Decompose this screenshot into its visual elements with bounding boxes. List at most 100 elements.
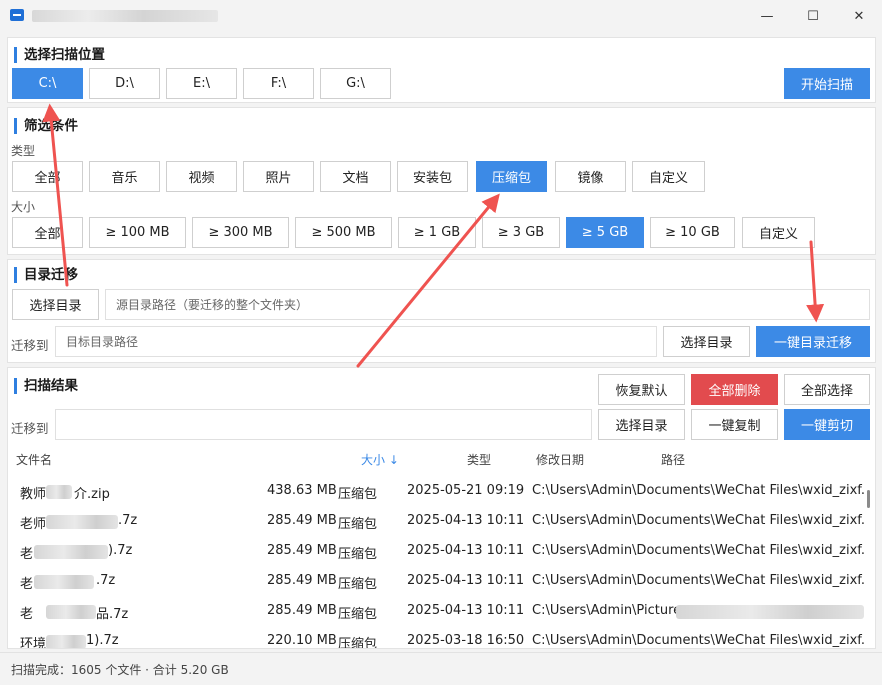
- results-scrollbar[interactable]: [867, 490, 870, 508]
- scan-location-title: 选择扫描位置: [14, 47, 105, 63]
- type-archive-button[interactable]: 压缩包: [476, 161, 547, 192]
- drive-g-button[interactable]: G:\: [320, 68, 391, 99]
- file-date: 2025-04-13 10:11: [407, 543, 525, 558]
- minimize-button[interactable]: —: [744, 0, 790, 32]
- scan-location-panel: 选择扫描位置 C:\ D:\ E:\ F:\ G:\ 开始扫描: [7, 37, 876, 103]
- file-type: 压缩包: [338, 577, 378, 592]
- type-label: 类型: [11, 144, 36, 158]
- file-type: 压缩包: [338, 547, 378, 562]
- source-path-input[interactable]: 源目录路径（要迁移的整个文件夹）: [105, 289, 870, 320]
- restore-default-button[interactable]: 恢复默认: [598, 374, 685, 405]
- file-name-end: 介.zip: [74, 487, 110, 502]
- type-video-button[interactable]: 视频: [166, 161, 237, 192]
- file-name-start: 老: [20, 607, 34, 622]
- table-row[interactable]: 环境 1).7z 220.10 MB 压缩包 2025-03-18 16:50 …: [12, 626, 864, 648]
- size-5gb-button[interactable]: ≥ 5 GB: [566, 217, 644, 248]
- choose-source-dir-button[interactable]: 选择目录: [12, 289, 99, 320]
- size-500mb-button[interactable]: ≥ 500 MB: [295, 217, 392, 248]
- table-row[interactable]: 老 ).7z 285.49 MB 压缩包 2025-04-13 10:11 C:…: [12, 536, 864, 566]
- table-row[interactable]: 教师 介.zip 438.63 MB 压缩包 2025-05-21 09:19 …: [12, 476, 864, 506]
- file-type: 压缩包: [338, 487, 378, 502]
- file-name-end: 1).7z: [86, 633, 119, 648]
- file-date: 2025-04-13 10:11: [407, 603, 525, 618]
- file-date: 2025-04-13 10:11: [407, 573, 525, 588]
- redacted-text: [34, 545, 108, 559]
- file-name-start: 老: [20, 577, 34, 592]
- file-path: C:\Users\Admin\Documents\WeChat Files\wx…: [532, 543, 864, 558]
- type-custom-button[interactable]: 自定义: [632, 161, 705, 192]
- type-all-button[interactable]: 全部: [12, 161, 83, 192]
- migration-title: 目录迁移: [14, 267, 78, 283]
- column-header-name[interactable]: 文件名: [16, 451, 52, 468]
- window-title-redacted: [32, 10, 218, 22]
- select-all-button[interactable]: 全部选择: [784, 374, 870, 405]
- choose-target-dir-button[interactable]: 选择目录: [663, 326, 750, 357]
- drive-d-button[interactable]: D:\: [89, 68, 160, 99]
- file-size: 438.63 MB: [267, 483, 337, 498]
- size-1gb-button[interactable]: ≥ 1 GB: [398, 217, 476, 248]
- results-migrate-to-label: 迁移到: [11, 421, 49, 436]
- redacted-path: [676, 605, 864, 619]
- one-click-migrate-button[interactable]: 一键目录迁移: [756, 326, 870, 357]
- size-10gb-button[interactable]: ≥ 10 GB: [650, 217, 735, 248]
- file-type: 压缩包: [338, 637, 378, 648]
- table-row[interactable]: 老 .7z 285.49 MB 压缩包 2025-04-13 10:11 C:\…: [12, 566, 864, 596]
- file-size: 285.49 MB: [267, 573, 337, 588]
- start-scan-button[interactable]: 开始扫描: [784, 68, 870, 99]
- cut-button[interactable]: 一键剪切: [784, 409, 870, 440]
- status-bar: 扫描完成：1605 个文件 · 合计 5.20 GB: [0, 652, 882, 685]
- redacted-text: [46, 515, 118, 529]
- size-label: 大小: [11, 200, 36, 214]
- file-type: 压缩包: [338, 517, 378, 532]
- file-path: C:\Users\Admin\Documents\WeChat Files\wx…: [532, 633, 864, 648]
- migration-panel: 目录迁移 选择目录 源目录路径（要迁移的整个文件夹） 迁移到 目标目录路径 选择…: [7, 259, 876, 363]
- delete-all-button[interactable]: 全部删除: [691, 374, 778, 405]
- file-name-start: 老师: [20, 517, 47, 532]
- table-row[interactable]: 老师 .7z 285.49 MB 压缩包 2025-04-13 10:11 C:…: [12, 506, 864, 536]
- file-path: C:\Users\Admin\Picture: [532, 603, 682, 618]
- drive-f-button[interactable]: F:\: [243, 68, 314, 99]
- file-name-end: ).7z: [108, 543, 133, 558]
- size-all-button[interactable]: 全部: [12, 217, 83, 248]
- maximize-button[interactable]: ☐: [790, 0, 836, 32]
- drive-e-button[interactable]: E:\: [166, 68, 237, 99]
- file-name-end: .7z: [118, 513, 138, 528]
- column-header-size[interactable]: 大小 ↓: [361, 451, 399, 468]
- file-date: 2025-05-21 09:19: [407, 483, 525, 498]
- table-row[interactable]: 老 品.7z 285.49 MB 压缩包 2025-04-13 10:11 C:…: [12, 596, 864, 626]
- redacted-text: [46, 605, 96, 619]
- file-path: C:\Users\Admin\Documents\WeChat Files\wx…: [532, 483, 864, 498]
- file-path: C:\Users\Admin\Documents\WeChat Files\wx…: [532, 513, 864, 528]
- column-header-modified[interactable]: 修改日期: [536, 451, 584, 468]
- drive-c-button[interactable]: C:\: [12, 68, 83, 99]
- type-music-button[interactable]: 音乐: [89, 161, 160, 192]
- column-header-path[interactable]: 路径: [661, 451, 685, 468]
- copy-button[interactable]: 一键复制: [691, 409, 778, 440]
- target-path-input[interactable]: 目标目录路径: [55, 326, 657, 357]
- column-header-type[interactable]: 类型: [467, 451, 491, 468]
- filter-panel: 筛选条件 类型 全部 音乐 视频 照片 文档 安装包 压缩包 镜像 自定义 大小…: [7, 107, 876, 255]
- file-name-end: 品.7z: [96, 607, 129, 622]
- file-path: C:\Users\Admin\Documents\WeChat Files\wx…: [532, 573, 864, 588]
- filter-title: 筛选条件: [14, 118, 78, 134]
- app-icon: [10, 9, 24, 21]
- size-3gb-button[interactable]: ≥ 3 GB: [482, 217, 560, 248]
- type-document-button[interactable]: 文档: [320, 161, 391, 192]
- status-text: 扫描完成：1605 个文件 · 合计 5.20 GB: [11, 663, 229, 677]
- file-size: 285.49 MB: [267, 513, 337, 528]
- file-size: 285.49 MB: [267, 543, 337, 558]
- results-target-input[interactable]: [55, 409, 592, 440]
- results-choose-dir-button[interactable]: 选择目录: [598, 409, 685, 440]
- file-size: 220.10 MB: [267, 633, 337, 648]
- type-image-button[interactable]: 镜像: [555, 161, 626, 192]
- file-size: 285.49 MB: [267, 603, 337, 618]
- type-installer-button[interactable]: 安装包: [397, 161, 468, 192]
- size-100mb-button[interactable]: ≥ 100 MB: [89, 217, 186, 248]
- results-title: 扫描结果: [14, 378, 78, 394]
- file-date: 2025-03-18 16:50: [407, 633, 525, 648]
- redacted-text: [46, 635, 86, 648]
- close-button[interactable]: ✕: [836, 0, 882, 32]
- type-photo-button[interactable]: 照片: [243, 161, 314, 192]
- size-custom-button[interactable]: 自定义: [742, 217, 815, 248]
- size-300mb-button[interactable]: ≥ 300 MB: [192, 217, 289, 248]
